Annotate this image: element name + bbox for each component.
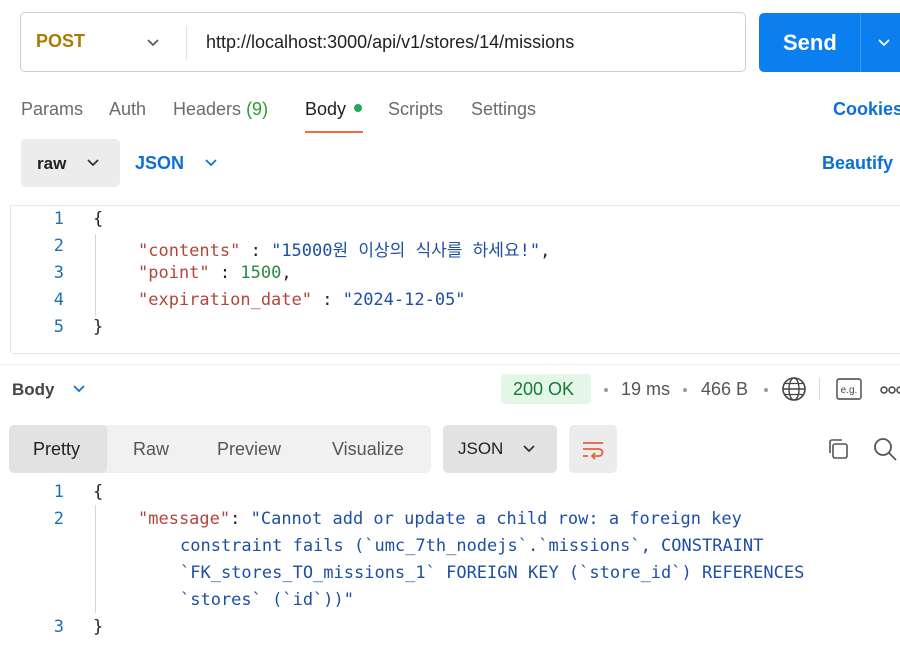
json-string: "15000원 이상의 식사를 하세요!": [271, 241, 541, 261]
body-mode-select[interactable]: [21, 139, 120, 187]
json-key: "message": [138, 509, 231, 529]
example-icon[interactable]: e.g.: [836, 378, 862, 400]
body-format-select[interactable]: JSON: [135, 153, 184, 174]
active-tab-underline: [305, 131, 363, 133]
chevron-down-icon[interactable]: [146, 36, 160, 50]
chevron-down-icon[interactable]: [86, 157, 100, 169]
copy-icon[interactable]: [826, 437, 850, 461]
tab-scripts[interactable]: Scripts: [388, 99, 443, 120]
meta-dot: [683, 388, 687, 392]
line-number: 5: [53, 317, 64, 337]
json-string: "Cannot add or update a child row: a for…: [250, 509, 742, 529]
view-tab-pretty[interactable]: Pretty: [33, 439, 80, 460]
line-number: 4: [53, 290, 64, 310]
code-line[interactable]: "point" : 1500,: [138, 263, 292, 283]
tab-headers[interactable]: Headers (9): [173, 99, 268, 120]
json-comma: ,: [281, 263, 292, 283]
json-key: "expiration_date": [138, 290, 312, 310]
indent-guide: [95, 505, 96, 613]
search-icon[interactable]: [872, 436, 898, 462]
body-mode-label[interactable]: raw: [37, 154, 66, 174]
response-format-label[interactable]: JSON: [458, 439, 503, 459]
json-string-wrap[interactable]: `stores` (`id`))": [180, 590, 354, 610]
toolbar-divider: [819, 378, 820, 400]
view-tab-visualize[interactable]: Visualize: [332, 439, 404, 460]
tab-auth[interactable]: Auth: [109, 99, 146, 120]
meta-dot: [764, 388, 768, 392]
line-number: 2: [53, 236, 64, 256]
json-key: "point": [138, 263, 210, 283]
json-number: 1500: [240, 263, 282, 283]
status-text[interactable]: 200 OK: [513, 379, 574, 400]
method-select[interactable]: POST: [36, 31, 85, 52]
send-divider: [860, 13, 861, 72]
response-time[interactable]: 19 ms: [621, 379, 670, 400]
json-separator: :: [230, 509, 251, 529]
tab-params[interactable]: Params: [21, 99, 83, 120]
json-separator: :: [209, 263, 241, 283]
chevron-down-icon[interactable]: [204, 157, 218, 169]
tab-headers-count: (9): [246, 99, 269, 119]
json-string-wrap[interactable]: constraint fails (`umc_7th_nodejs`.`miss…: [180, 536, 763, 556]
line-number: 2: [53, 509, 64, 529]
send-button-label[interactable]: Send: [783, 30, 837, 56]
code-brace[interactable]: {: [93, 482, 103, 502]
view-tab-preview[interactable]: Preview: [217, 439, 281, 460]
wrap-icon[interactable]: [580, 436, 606, 462]
editor-border: [12, 353, 900, 354]
line-number: 3: [53, 263, 64, 283]
url-divider: [186, 26, 187, 60]
beautify-button[interactable]: Beautify: [822, 153, 893, 174]
json-comma: ,: [540, 241, 551, 261]
example-icon-label: e.g.: [841, 385, 858, 396]
line-number: 1: [53, 482, 64, 502]
tab-headers-label: Headers: [173, 99, 242, 119]
chevron-down-icon[interactable]: [72, 383, 86, 395]
response-body-select[interactable]: Body: [12, 380, 55, 400]
meta-dot: [604, 388, 608, 392]
cookies-link[interactable]: Cookies: [833, 99, 900, 120]
line-number: 1: [53, 209, 64, 229]
json-string: "2024-12-05": [342, 290, 466, 310]
globe-icon[interactable]: [781, 376, 807, 402]
response-size[interactable]: 466 B: [701, 379, 748, 400]
more-icon[interactable]: [880, 386, 900, 394]
tab-body[interactable]: Body: [305, 99, 346, 120]
code-brace[interactable]: }: [93, 617, 103, 637]
editor-border: [10, 205, 11, 353]
url-input[interactable]: http://localhost:3000/api/v1/stores/14/m…: [206, 32, 574, 53]
editor-border: [12, 205, 900, 206]
body-indicator-dot: [354, 104, 362, 112]
chevron-down-icon[interactable]: [876, 36, 892, 50]
code-line[interactable]: "message": "Cannot add or update a child…: [138, 509, 742, 529]
view-tab-raw[interactable]: Raw: [133, 439, 169, 460]
code-line[interactable]: "contents" : "15000원 이상의 식사를 하세요!",: [138, 236, 550, 261]
chevron-down-icon[interactable]: [522, 443, 536, 455]
tab-settings[interactable]: Settings: [471, 99, 536, 120]
response-divider: [0, 364, 900, 365]
json-key: "contents": [138, 241, 241, 261]
code-brace[interactable]: {: [93, 209, 103, 229]
line-number: 3: [53, 617, 64, 637]
json-string-wrap[interactable]: `FK_stores_TO_missions_1` FOREIGN KEY (`…: [180, 563, 804, 583]
code-brace[interactable]: }: [93, 317, 103, 337]
json-separator: :: [312, 290, 343, 310]
indent-guide: [95, 234, 96, 316]
code-line[interactable]: "expiration_date" : "2024-12-05": [138, 290, 466, 310]
json-separator: :: [240, 241, 272, 261]
